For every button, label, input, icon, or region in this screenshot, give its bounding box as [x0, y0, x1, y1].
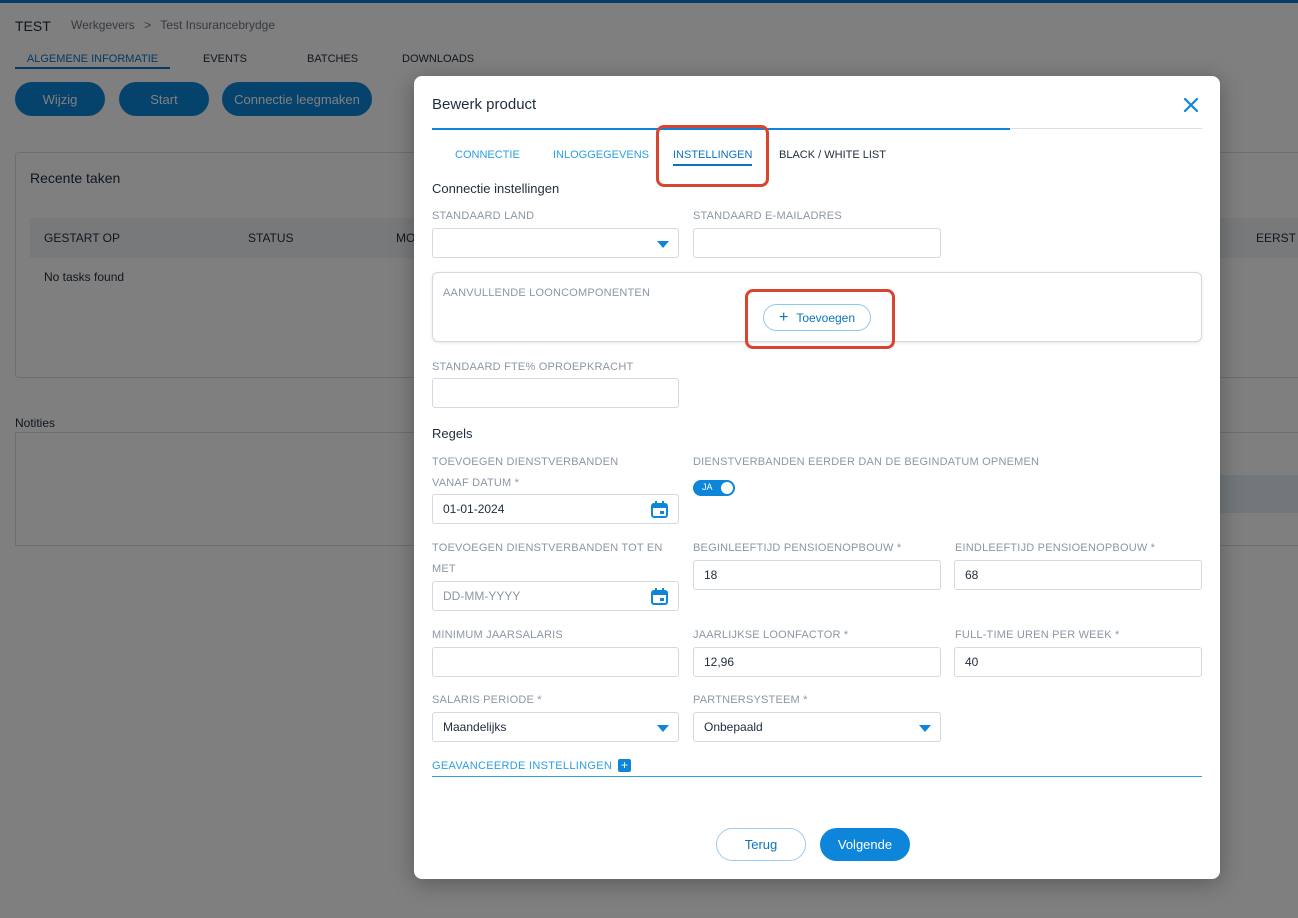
input-value: 18	[704, 568, 718, 582]
field-label: TOEVOEGEN DIENSTVERBANDEN TOT EN MET	[432, 542, 663, 575]
close-icon[interactable]	[1180, 94, 1202, 116]
input-value: 01-01-2024	[443, 502, 505, 516]
field-label: MINIMUM JAARSALARIS	[432, 629, 563, 641]
next-button[interactable]: Volgende	[820, 828, 910, 861]
partnersysteem-select[interactable]: Onbepaald	[693, 712, 941, 742]
fulltime-input[interactable]: 40	[954, 647, 1202, 677]
plus-icon: +	[618, 759, 632, 772]
select-value: Maandelijks	[443, 720, 507, 734]
modal-title: Bewerk product	[432, 96, 537, 113]
section-title: Connectie instellingen	[432, 181, 560, 196]
field-label: FULL-TIME UREN PER WEEK *	[955, 629, 1120, 641]
chevron-down-icon	[657, 725, 669, 732]
advanced-settings-toggle[interactable]: GEAVANCEERDE INSTELLINGEN +	[432, 759, 632, 772]
fte-input[interactable]	[432, 378, 679, 408]
tab-inloggegevens[interactable]: INLOGGEGEVENS	[553, 149, 649, 161]
min-salaris-input[interactable]	[432, 647, 679, 677]
tot-date-input[interactable]: DD-MM-YYYY	[432, 581, 679, 611]
calendar-icon[interactable]	[651, 588, 668, 605]
toggle-label: JA	[702, 482, 713, 492]
field-label: TOEVOEGEN DIENSTVERBANDEN VANAF DATUM *	[432, 456, 619, 489]
field-label: BEGINLEEFTIJD PENSIOENOPBOUW *	[693, 542, 902, 554]
field-label: STANDAARD E-MAILADRES	[693, 210, 842, 222]
toggle-knob	[721, 482, 733, 494]
beginleeftijd-input[interactable]: 18	[693, 560, 941, 590]
field-label: STANDAARD LAND	[432, 210, 535, 222]
tab-black-white-list[interactable]: BLACK / WHITE LIST	[779, 149, 886, 161]
eerder-toggle[interactable]: JA	[693, 480, 735, 496]
highlight-box	[656, 125, 769, 187]
chevron-down-icon	[657, 241, 669, 248]
advanced-settings-label: GEAVANCEERDE INSTELLINGEN	[432, 759, 613, 772]
field-label: EINDLEEFTIJD PENSIOENOPBOUW *	[955, 542, 1156, 554]
field-label: JAARLIJKSE LOONFACTOR *	[693, 629, 849, 641]
calendar-icon[interactable]	[651, 501, 668, 518]
advanced-divider	[432, 776, 1202, 777]
field-label: DIENSTVERBANDEN EERDER DAN DE BEGINDATUM…	[693, 456, 1040, 468]
input-value: 68	[965, 568, 979, 582]
chevron-down-icon	[919, 725, 931, 732]
field-label: STANDAARD FTE% OPROEPKRACHT	[432, 361, 634, 373]
field-label: SALARIS PERIODE *	[432, 694, 542, 706]
standaard-email-input[interactable]	[693, 228, 941, 258]
highlight-box	[745, 289, 895, 349]
back-button[interactable]: Terug	[716, 828, 806, 861]
standaard-land-select[interactable]	[432, 228, 679, 258]
section-title: Regels	[432, 426, 473, 441]
loonfactor-input[interactable]: 12,96	[693, 647, 941, 677]
vanaf-date-input[interactable]: 01-01-2024	[432, 494, 679, 524]
input-placeholder: DD-MM-YYYY	[443, 589, 521, 603]
tab-connectie[interactable]: CONNECTIE	[455, 149, 520, 161]
field-label: AANVULLENDE LOONCOMPONENTEN	[443, 287, 651, 299]
salaris-periode-select[interactable]: Maandelijks	[432, 712, 679, 742]
input-value: 12,96	[704, 655, 735, 669]
eindleeftijd-input[interactable]: 68	[954, 560, 1202, 590]
field-label: PARTNERSYSTEEM *	[693, 694, 808, 706]
input-value: 40	[965, 655, 979, 669]
select-value: Onbepaald	[704, 720, 763, 734]
edit-product-modal: Bewerk product CONNECTIE INLOGGEGEVENS I…	[414, 76, 1220, 879]
